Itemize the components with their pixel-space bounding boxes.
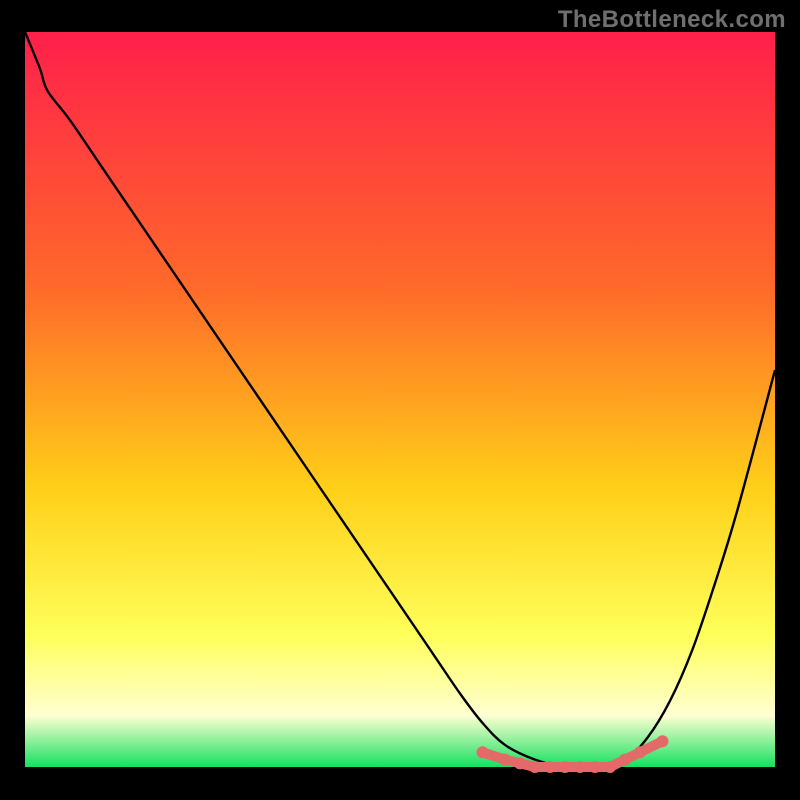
marker-dot <box>574 761 586 773</box>
marker-dot <box>634 746 646 758</box>
marker-dot <box>559 761 571 773</box>
marker-dot <box>589 761 601 773</box>
marker-dot <box>477 746 489 758</box>
watermark-text: TheBottleneck.com <box>558 6 786 34</box>
chart-root: { "watermark": "TheBottleneck.com", "gra… <box>0 0 800 800</box>
chart-svg <box>0 0 800 800</box>
marker-dot <box>514 757 526 769</box>
gradient-background <box>25 32 775 767</box>
marker-dot <box>499 754 511 766</box>
marker-dot <box>657 735 669 747</box>
marker-dot <box>619 754 631 766</box>
marker-dot <box>604 761 616 773</box>
marker-dot <box>529 761 541 773</box>
marker-dot <box>544 761 556 773</box>
